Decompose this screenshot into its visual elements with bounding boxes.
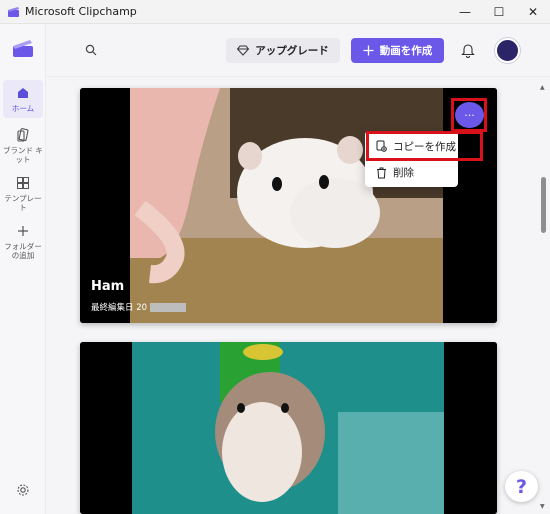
title-bar: Microsoft Clipchamp — ☐ ✕ (0, 0, 550, 24)
home-icon (14, 84, 32, 102)
sidebar-item-label: ブランド キット (3, 146, 43, 164)
sidebar-item-label: フォルダーの追加 (4, 242, 42, 260)
project-thumbnail (80, 88, 497, 323)
redacted-date (150, 302, 187, 312)
plus-icon (363, 45, 374, 56)
divider (46, 76, 550, 77)
menu-item-label: 削除 (393, 167, 414, 179)
upgrade-label: アップグレード (255, 45, 329, 57)
search-button[interactable] (79, 38, 103, 62)
add-folder-icon (14, 222, 32, 240)
templates-icon (14, 174, 32, 192)
minimize-button[interactable]: — (448, 0, 482, 24)
gear-icon[interactable] (16, 483, 30, 497)
search-icon (85, 44, 97, 56)
last-edited-label: 最終編集日 20 (91, 303, 148, 313)
upgrade-button[interactable]: アップグレード (226, 38, 340, 63)
create-video-label: 動画を作成 (379, 45, 433, 57)
avatar[interactable] (495, 38, 520, 63)
project-card[interactable] (80, 342, 497, 514)
close-button[interactable]: ✕ (516, 0, 550, 24)
sidebar-item-templates[interactable]: テンプレート (3, 174, 43, 214)
scrollbar-thumb[interactable] (541, 177, 546, 233)
project-title: Ham (91, 279, 125, 294)
sidebar-item-add-folder[interactable]: フォルダーの追加 (3, 222, 43, 262)
sidebar-item-home[interactable]: ホーム (3, 80, 43, 118)
sidebar: ホーム ブランド キット テンプレート フォルダーの追加 (0, 24, 46, 514)
sidebar-item-brand-kit[interactable]: ブランド キット (3, 126, 43, 166)
menu-item-delete[interactable]: 削除 (365, 159, 458, 185)
sidebar-item-label: テンプレート (4, 194, 42, 212)
clipchamp-app-icon (8, 7, 19, 17)
highlight-box (451, 98, 487, 132)
scroll-down-arrow[interactable]: ▼ (540, 503, 545, 510)
trash-icon (377, 167, 386, 178)
project-thumbnail (80, 342, 497, 514)
bell-icon[interactable] (459, 41, 477, 59)
sidebar-item-label: ホーム (11, 104, 35, 113)
diamond-icon (237, 45, 250, 56)
window-title: Microsoft Clipchamp (25, 5, 137, 18)
maximize-button[interactable]: ☐ (482, 0, 516, 24)
create-video-button[interactable]: 動画を作成 (351, 38, 444, 63)
help-button[interactable]: ? (505, 471, 538, 502)
highlight-box (366, 131, 483, 161)
project-last-edited: 最終編集日 20 (91, 301, 187, 313)
clipchamp-logo (13, 40, 33, 57)
project-card[interactable]: Ham 最終編集日 20 (80, 88, 497, 323)
brand-kit-icon (14, 126, 32, 144)
scroll-up-arrow[interactable]: ▲ (540, 84, 545, 91)
